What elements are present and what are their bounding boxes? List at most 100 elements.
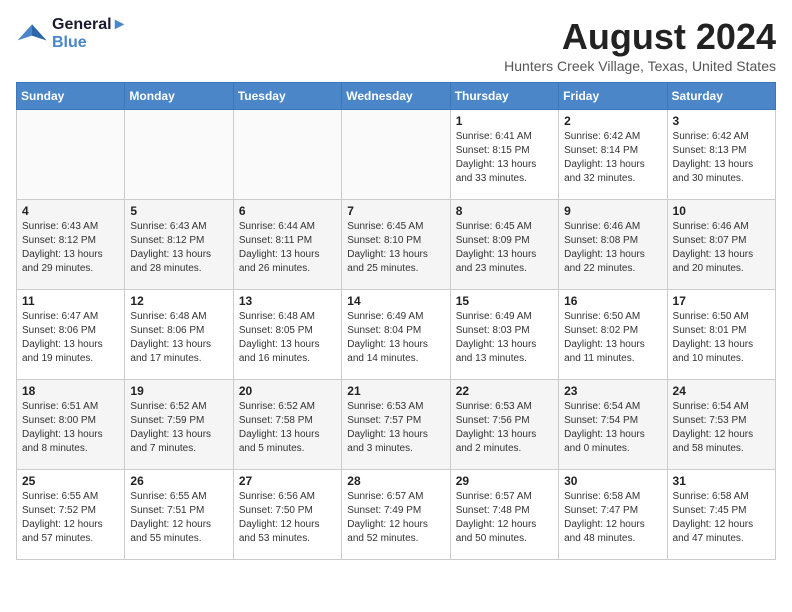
day-number: 6 [239,204,336,218]
day-info: Sunrise: 6:47 AM Sunset: 8:06 PM Dayligh… [22,310,119,366]
day-number: 22 [456,384,553,398]
logo: General► Blue [16,16,127,52]
day-info: Sunrise: 6:45 AM Sunset: 8:10 PM Dayligh… [347,220,444,276]
day-info: Sunrise: 6:43 AM Sunset: 8:12 PM Dayligh… [130,220,227,276]
week-row-2: 4 Sunrise: 6:43 AM Sunset: 8:12 PM Daylig… [17,200,776,290]
weekday-header-monday: Monday [125,83,233,110]
calendar-cell: 9Sunrise: 6:46 AM Sunset: 8:08 PM Daylig… [559,200,667,290]
day-info: Sunrise: 6:57 AM Sunset: 7:48 PM Dayligh… [456,490,553,546]
day-info: Sunrise: 6:54 AM Sunset: 7:53 PM Dayligh… [673,400,770,456]
calendar-cell: 31 Sunrise: 6:58 AM Sunset: 7:45 PM Dayli… [667,470,775,560]
page-header: General► Blue August 2024 Hunters Creek … [16,16,776,74]
calendar-cell: 5 Sunrise: 6:43 AM Sunset: 8:12 PM Daylig… [125,200,233,290]
weekday-header-friday: Friday [559,83,667,110]
day-number: 7 [347,204,444,218]
day-info: Sunrise: 6:58 AM Sunset: 7:47 PM Dayligh… [564,490,661,546]
day-number: 3 [673,114,770,128]
calendar-cell: 6Sunrise: 6:44 AM Sunset: 8:11 PM Daylig… [233,200,341,290]
calendar-cell: 12 Sunrise: 6:48 AM Sunset: 8:06 PM Dayli… [125,290,233,380]
calendar-cell: 19 Sunrise: 6:52 AM Sunset: 7:59 PM Dayli… [125,380,233,470]
day-number: 8 [456,204,553,218]
calendar-cell: 23Sunrise: 6:54 AM Sunset: 7:54 PM Dayli… [559,380,667,470]
day-number: 29 [456,474,553,488]
calendar-cell: 15 Sunrise: 6:49 AM Sunset: 8:03 PM Dayli… [450,290,558,380]
day-info: Sunrise: 6:46 AM Sunset: 8:07 PM Dayligh… [673,220,770,276]
day-number: 12 [130,294,227,308]
calendar-cell: 22 Sunrise: 6:53 AM Sunset: 7:56 PM Dayli… [450,380,558,470]
day-number: 14 [347,294,444,308]
day-number: 21 [347,384,444,398]
day-number: 11 [22,294,119,308]
calendar-cell: 10 Sunrise: 6:46 AM Sunset: 8:07 PM Dayli… [667,200,775,290]
day-number: 17 [673,294,770,308]
title-block: August 2024 Hunters Creek Village, Texas… [504,16,776,74]
day-number: 15 [456,294,553,308]
day-number: 26 [130,474,227,488]
day-number: 20 [239,384,336,398]
day-info: Sunrise: 6:52 AM Sunset: 7:59 PM Dayligh… [130,400,227,456]
day-number: 13 [239,294,336,308]
week-row-4: 18Sunrise: 6:51 AM Sunset: 8:00 PM Dayli… [17,380,776,470]
day-info: Sunrise: 6:49 AM Sunset: 8:03 PM Dayligh… [456,310,553,366]
month-title: August 2024 [504,16,776,58]
calendar-cell: 14Sunrise: 6:49 AM Sunset: 8:04 PM Dayli… [342,290,450,380]
calendar-table: SundayMondayTuesdayWednesdayThursdayFrid… [16,82,776,560]
logo-icon [16,18,48,50]
calendar-cell [125,110,233,200]
day-info: Sunrise: 6:52 AM Sunset: 7:58 PM Dayligh… [239,400,336,456]
weekday-header-thursday: Thursday [450,83,558,110]
day-number: 24 [673,384,770,398]
day-info: Sunrise: 6:50 AM Sunset: 8:02 PM Dayligh… [564,310,661,366]
week-row-1: 1 Sunrise: 6:41 AM Sunset: 8:15 PM Daylig… [17,110,776,200]
calendar-cell: 16 Sunrise: 6:50 AM Sunset: 8:02 PM Dayli… [559,290,667,380]
calendar-cell: 25Sunrise: 6:55 AM Sunset: 7:52 PM Dayli… [17,470,125,560]
day-number: 16 [564,294,661,308]
day-info: Sunrise: 6:45 AM Sunset: 8:09 PM Dayligh… [456,220,553,276]
day-number: 2 [564,114,661,128]
calendar-cell: 13 Sunrise: 6:48 AM Sunset: 8:05 PM Dayli… [233,290,341,380]
calendar-cell: 18Sunrise: 6:51 AM Sunset: 8:00 PM Dayli… [17,380,125,470]
calendar-cell: 4 Sunrise: 6:43 AM Sunset: 8:12 PM Daylig… [17,200,125,290]
calendar-cell: 7 Sunrise: 6:45 AM Sunset: 8:10 PM Daylig… [342,200,450,290]
calendar-cell: 3Sunrise: 6:42 AM Sunset: 8:13 PM Daylig… [667,110,775,200]
calendar-body: 1 Sunrise: 6:41 AM Sunset: 8:15 PM Daylig… [17,110,776,560]
weekday-header-wednesday: Wednesday [342,83,450,110]
day-info: Sunrise: 6:48 AM Sunset: 8:05 PM Dayligh… [239,310,336,366]
calendar-cell: 29 Sunrise: 6:57 AM Sunset: 7:48 PM Dayli… [450,470,558,560]
week-row-5: 25Sunrise: 6:55 AM Sunset: 7:52 PM Dayli… [17,470,776,560]
day-number: 23 [564,384,661,398]
day-info: Sunrise: 6:43 AM Sunset: 8:12 PM Dayligh… [22,220,119,276]
location: Hunters Creek Village, Texas, United Sta… [504,58,776,74]
day-info: Sunrise: 6:46 AM Sunset: 8:08 PM Dayligh… [564,220,661,276]
weekday-header-sunday: Sunday [17,83,125,110]
day-number: 31 [673,474,770,488]
day-info: Sunrise: 6:55 AM Sunset: 7:52 PM Dayligh… [22,490,119,546]
calendar-cell: 8 Sunrise: 6:45 AM Sunset: 8:09 PM Daylig… [450,200,558,290]
day-number: 19 [130,384,227,398]
day-info: Sunrise: 6:42 AM Sunset: 8:14 PM Dayligh… [564,130,661,186]
day-number: 1 [456,114,553,128]
calendar-cell: 17 Sunrise: 6:50 AM Sunset: 8:01 PM Dayli… [667,290,775,380]
calendar-cell: 27Sunrise: 6:56 AM Sunset: 7:50 PM Dayli… [233,470,341,560]
weekday-header-tuesday: Tuesday [233,83,341,110]
day-number: 30 [564,474,661,488]
calendar-cell: 26 Sunrise: 6:55 AM Sunset: 7:51 PM Dayli… [125,470,233,560]
logo-text: General► Blue [52,16,127,52]
day-info: Sunrise: 6:41 AM Sunset: 8:15 PM Dayligh… [456,130,553,186]
weekday-header-row: SundayMondayTuesdayWednesdayThursdayFrid… [17,83,776,110]
calendar-cell: 28Sunrise: 6:57 AM Sunset: 7:49 PM Dayli… [342,470,450,560]
day-info: Sunrise: 6:55 AM Sunset: 7:51 PM Dayligh… [130,490,227,546]
calendar-cell: 1 Sunrise: 6:41 AM Sunset: 8:15 PM Daylig… [450,110,558,200]
day-number: 5 [130,204,227,218]
day-info: Sunrise: 6:50 AM Sunset: 8:01 PM Dayligh… [673,310,770,366]
day-info: Sunrise: 6:53 AM Sunset: 7:56 PM Dayligh… [456,400,553,456]
day-info: Sunrise: 6:58 AM Sunset: 7:45 PM Dayligh… [673,490,770,546]
calendar-cell: 30 Sunrise: 6:58 AM Sunset: 7:47 PM Dayli… [559,470,667,560]
day-number: 4 [22,204,119,218]
calendar-cell: 20 Sunrise: 6:52 AM Sunset: 7:58 PM Dayli… [233,380,341,470]
day-number: 10 [673,204,770,218]
day-info: Sunrise: 6:57 AM Sunset: 7:49 PM Dayligh… [347,490,444,546]
day-number: 27 [239,474,336,488]
day-info: Sunrise: 6:51 AM Sunset: 8:00 PM Dayligh… [22,400,119,456]
day-info: Sunrise: 6:48 AM Sunset: 8:06 PM Dayligh… [130,310,227,366]
